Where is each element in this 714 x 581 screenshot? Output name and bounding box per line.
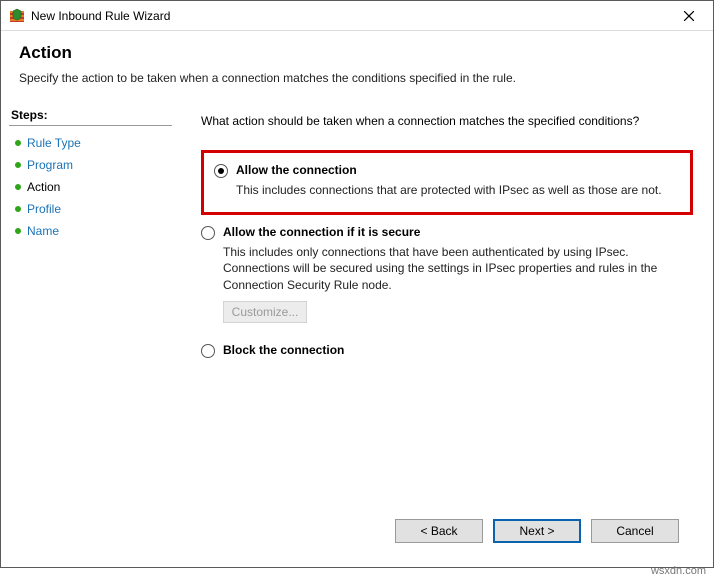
content-pane: What action should be taken when a conne… [173, 100, 713, 567]
wizard-body: Steps: Rule Type Program Action Profile … [1, 99, 713, 567]
wizard-window: New Inbound Rule Wizard Action Specify t… [0, 0, 714, 568]
next-button[interactable]: Next > [493, 519, 581, 543]
titlebar: New Inbound Rule Wizard [1, 1, 713, 31]
bullet-icon [15, 162, 21, 168]
close-button[interactable] [669, 2, 709, 30]
action-question: What action should be taken when a conne… [201, 114, 693, 128]
step-label: Action [27, 180, 60, 194]
step-label: Program [27, 158, 73, 172]
step-label: Profile [27, 202, 61, 216]
firewall-icon [9, 8, 25, 24]
page-title: Action [19, 43, 695, 63]
page-subtitle: Specify the action to be taken when a co… [19, 71, 695, 85]
customize-button: Customize... [223, 301, 307, 323]
bullet-icon [15, 140, 21, 146]
back-button[interactable]: < Back [395, 519, 483, 543]
step-profile[interactable]: Profile [9, 198, 172, 220]
wizard-header: Action Specify the action to be taken wh… [1, 31, 713, 99]
watermark: wsxdn.com [651, 565, 706, 577]
wizard-footer: < Back Next > Cancel [201, 509, 693, 557]
radio-allow-secure[interactable] [201, 226, 215, 240]
bullet-icon [15, 206, 21, 212]
option-desc-allow: This includes connections that are prote… [236, 182, 678, 198]
option-label-secure[interactable]: Allow the connection if it is secure [223, 225, 420, 239]
step-program[interactable]: Program [9, 154, 172, 176]
highlighted-option: Allow the connection This includes conne… [201, 150, 693, 215]
bullet-icon [15, 228, 21, 234]
window-title: New Inbound Rule Wizard [31, 9, 669, 23]
option-label-block[interactable]: Block the connection [223, 343, 344, 357]
step-action[interactable]: Action [9, 176, 172, 198]
step-rule-type[interactable]: Rule Type [9, 132, 172, 154]
step-label: Name [27, 224, 59, 238]
steps-pane: Steps: Rule Type Program Action Profile … [1, 100, 173, 567]
step-name[interactable]: Name [9, 220, 172, 242]
cancel-button[interactable]: Cancel [591, 519, 679, 543]
option-desc-secure: This includes only connections that have… [223, 244, 693, 293]
radio-block[interactable] [201, 344, 215, 358]
bullet-icon [15, 184, 21, 190]
option-label-allow[interactable]: Allow the connection [236, 163, 357, 177]
steps-heading: Steps: [9, 108, 172, 126]
radio-allow-connection[interactable] [214, 164, 228, 178]
step-label: Rule Type [27, 136, 81, 150]
